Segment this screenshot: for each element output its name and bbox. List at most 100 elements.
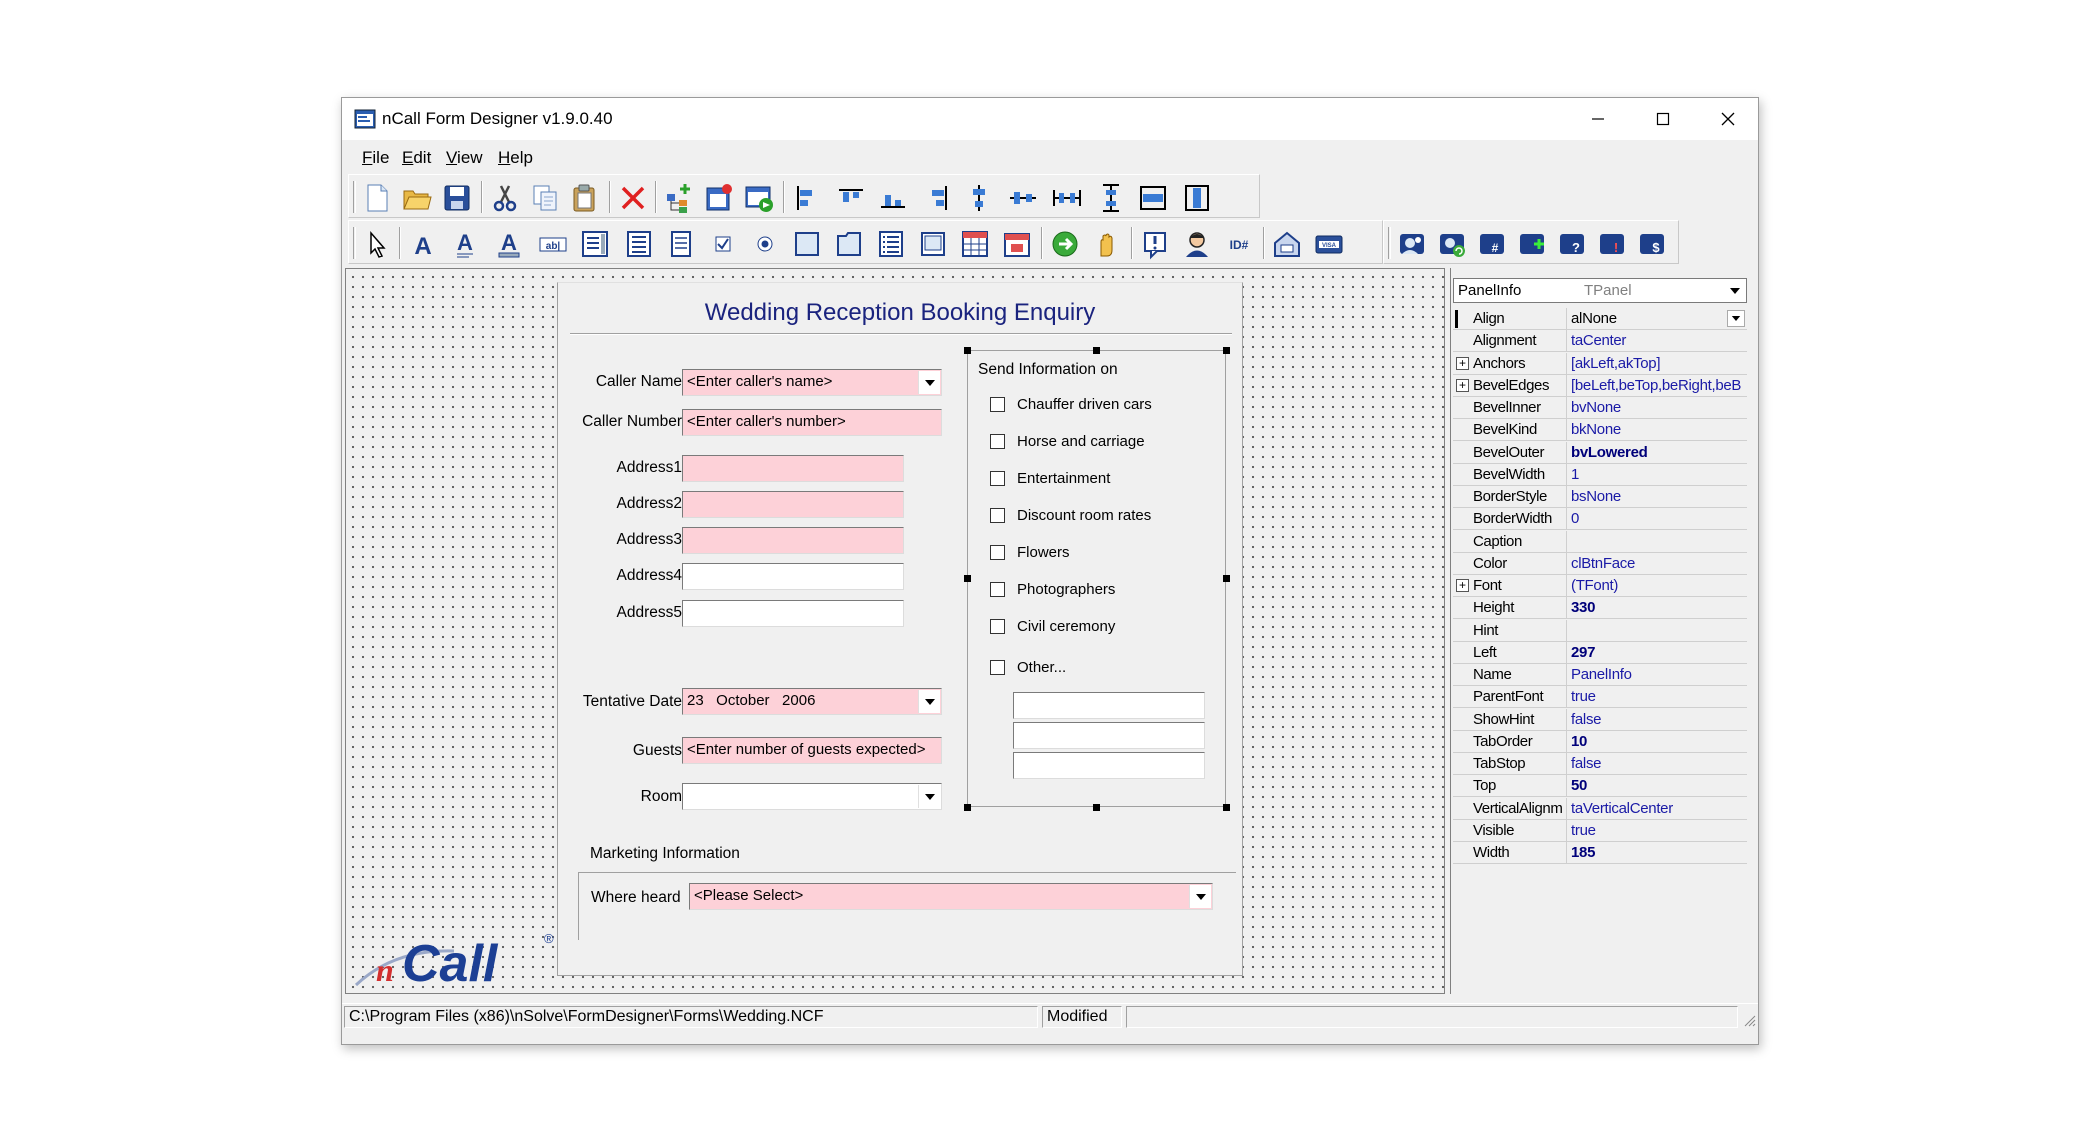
align-left-button[interactable] bbox=[789, 181, 825, 215]
close-button[interactable] bbox=[1696, 98, 1760, 140]
address4-field[interactable] bbox=[682, 563, 904, 590]
design-surface[interactable]: Wedding Reception Booking Enquiry Caller… bbox=[345, 268, 1445, 994]
property-row-width[interactable]: Width 185 bbox=[1453, 842, 1747, 864]
other-field-3[interactable] bbox=[1013, 752, 1205, 779]
resize-handle-sw[interactable] bbox=[964, 804, 971, 811]
panel-tool-button[interactable] bbox=[789, 227, 825, 261]
property-row-bevelkind[interactable]: BevelKind bkNone bbox=[1453, 419, 1747, 442]
address5-field[interactable] bbox=[682, 600, 904, 627]
property-row-visible[interactable]: Visible true bbox=[1453, 819, 1747, 842]
lookup-refresh-button[interactable] bbox=[1434, 227, 1470, 261]
lookup-number-button[interactable]: # bbox=[1474, 227, 1510, 261]
radio-tool-button[interactable] bbox=[747, 227, 783, 261]
resize-handle-w[interactable] bbox=[964, 575, 971, 582]
document-tool-button[interactable] bbox=[663, 227, 699, 261]
property-row-anchors[interactable]: + Anchors [akLeft,akTop] bbox=[1453, 352, 1747, 375]
page-tool-button[interactable] bbox=[831, 227, 867, 261]
open-button[interactable] bbox=[399, 181, 435, 215]
id-tool-button[interactable]: ID# bbox=[1221, 227, 1257, 261]
memo-tool-button[interactable] bbox=[577, 227, 613, 261]
checkbox-photographers[interactable]: Photographers bbox=[990, 579, 1115, 599]
save-button[interactable] bbox=[439, 181, 475, 215]
property-value[interactable]: bkNone bbox=[1571, 421, 1745, 438]
property-row-taborder[interactable]: TabOrder 10 bbox=[1453, 730, 1747, 753]
resize-handle-se[interactable] bbox=[1223, 804, 1230, 811]
property-row-caption[interactable]: Caption bbox=[1453, 530, 1747, 553]
other-field-1[interactable] bbox=[1013, 692, 1205, 719]
property-value[interactable]: taCenter bbox=[1571, 332, 1745, 349]
same-width-button[interactable] bbox=[1179, 181, 1215, 215]
multiline-label-tool-button[interactable]: A bbox=[447, 227, 483, 261]
space-vertical-button[interactable] bbox=[1093, 181, 1129, 215]
pointer-tool-button[interactable] bbox=[359, 227, 395, 261]
property-row-borderwidth[interactable]: BorderWidth 0 bbox=[1453, 508, 1747, 531]
checkbox-civil-ceremony[interactable]: Civil ceremony bbox=[990, 616, 1115, 636]
property-row-hint[interactable]: Hint bbox=[1453, 619, 1747, 642]
calendar-tool-button[interactable] bbox=[999, 227, 1035, 261]
property-value[interactable]: bvLowered bbox=[1571, 444, 1745, 461]
address3-field[interactable] bbox=[682, 527, 904, 554]
property-value[interactable]: 297 bbox=[1571, 644, 1745, 661]
toolbar-grip[interactable] bbox=[353, 181, 356, 213]
form-properties-button[interactable] bbox=[701, 181, 737, 215]
align-right-button[interactable] bbox=[919, 181, 955, 215]
guests-field[interactable]: <Enter number of guests expected> bbox=[682, 737, 942, 764]
form-run-button[interactable] bbox=[741, 181, 777, 215]
grid-tool-button[interactable] bbox=[957, 227, 993, 261]
property-row-beveledges[interactable]: + BevelEdges [beLeft,beTop,beRight,beB bbox=[1453, 374, 1747, 397]
same-height-button[interactable] bbox=[1135, 181, 1171, 215]
checkbox-flowers[interactable]: Flowers bbox=[990, 542, 1070, 562]
address2-field[interactable] bbox=[682, 491, 904, 518]
property-value[interactable]: bvNone bbox=[1571, 399, 1745, 416]
menu-file[interactable]: File bbox=[362, 148, 389, 168]
checkbox-tool-button[interactable] bbox=[705, 227, 741, 261]
component-dropdown-button[interactable] bbox=[1725, 280, 1745, 301]
checkbox-box[interactable] bbox=[990, 507, 1005, 523]
checkbox-chauffer[interactable]: Chauffer driven cars bbox=[990, 394, 1152, 414]
property-value[interactable]: taVerticalCenter bbox=[1571, 800, 1745, 817]
property-value[interactable]: 50 bbox=[1571, 777, 1745, 794]
property-row-left[interactable]: Left 297 bbox=[1453, 641, 1747, 664]
property-value[interactable]: true bbox=[1571, 822, 1745, 839]
property-row-alignment[interactable]: Alignment taCenter bbox=[1453, 330, 1747, 353]
component-selector[interactable]: PanelInfo TPanel bbox=[1453, 278, 1747, 303]
property-row-bevelwidth[interactable]: BevelWidth 1 bbox=[1453, 463, 1747, 486]
label-tool-button[interactable]: A bbox=[405, 227, 441, 261]
edit-box-tool-button[interactable]: ab| bbox=[535, 227, 571, 261]
checkbox-box[interactable] bbox=[990, 396, 1005, 412]
toolbar-grip[interactable] bbox=[1388, 227, 1391, 259]
caller-name-combo[interactable]: <Enter caller's name> bbox=[682, 369, 942, 396]
property-dropdown-button[interactable] bbox=[1727, 310, 1745, 327]
other-field-2[interactable] bbox=[1013, 722, 1205, 749]
caller-name-dropdown-button[interactable] bbox=[918, 371, 940, 394]
resize-grip-icon[interactable] bbox=[1740, 1011, 1756, 1027]
align-center-vertical-button[interactable] bbox=[961, 181, 997, 215]
new-button[interactable] bbox=[359, 181, 395, 215]
send-info-panel[interactable]: Send Information on Chauffer driven cars… bbox=[967, 350, 1226, 807]
address1-field[interactable] bbox=[682, 455, 904, 482]
property-row-height[interactable]: Height 330 bbox=[1453, 597, 1747, 620]
room-combo[interactable] bbox=[682, 783, 942, 810]
property-row-borderstyle[interactable]: BorderStyle bsNone bbox=[1453, 486, 1747, 508]
tree-add-button[interactable] bbox=[661, 181, 697, 215]
align-bottom-button[interactable] bbox=[875, 181, 911, 215]
property-row-tabstop[interactable]: TabStop false bbox=[1453, 753, 1747, 775]
property-value[interactable]: 0 bbox=[1571, 510, 1745, 527]
lookup-alert-button[interactable]: ! bbox=[1594, 227, 1630, 261]
property-row-bevelinner[interactable]: BevelInner bvNone bbox=[1453, 397, 1747, 419]
where-heard-dropdown-button[interactable] bbox=[1189, 885, 1211, 908]
alert-tool-button[interactable] bbox=[1137, 227, 1173, 261]
person-tool-button[interactable] bbox=[1179, 227, 1215, 261]
property-value[interactable]: false bbox=[1571, 711, 1745, 728]
tentative-date-picker[interactable]: 23 October 2006 bbox=[682, 688, 942, 715]
property-value[interactable]: 1 bbox=[1571, 466, 1745, 483]
checkbox-other[interactable]: Other... bbox=[990, 657, 1066, 677]
room-dropdown-button[interactable] bbox=[918, 785, 940, 808]
align-center-horizontal-button[interactable] bbox=[1005, 181, 1041, 215]
property-value[interactable]: false bbox=[1571, 755, 1745, 772]
property-row-font[interactable]: + Font (TFont) bbox=[1453, 575, 1747, 597]
checkbox-box[interactable] bbox=[990, 581, 1005, 597]
listbox-tool-button[interactable] bbox=[873, 227, 909, 261]
go-button-tool-button[interactable] bbox=[1047, 227, 1083, 261]
lookup-dollar-button[interactable]: $ bbox=[1634, 227, 1670, 261]
